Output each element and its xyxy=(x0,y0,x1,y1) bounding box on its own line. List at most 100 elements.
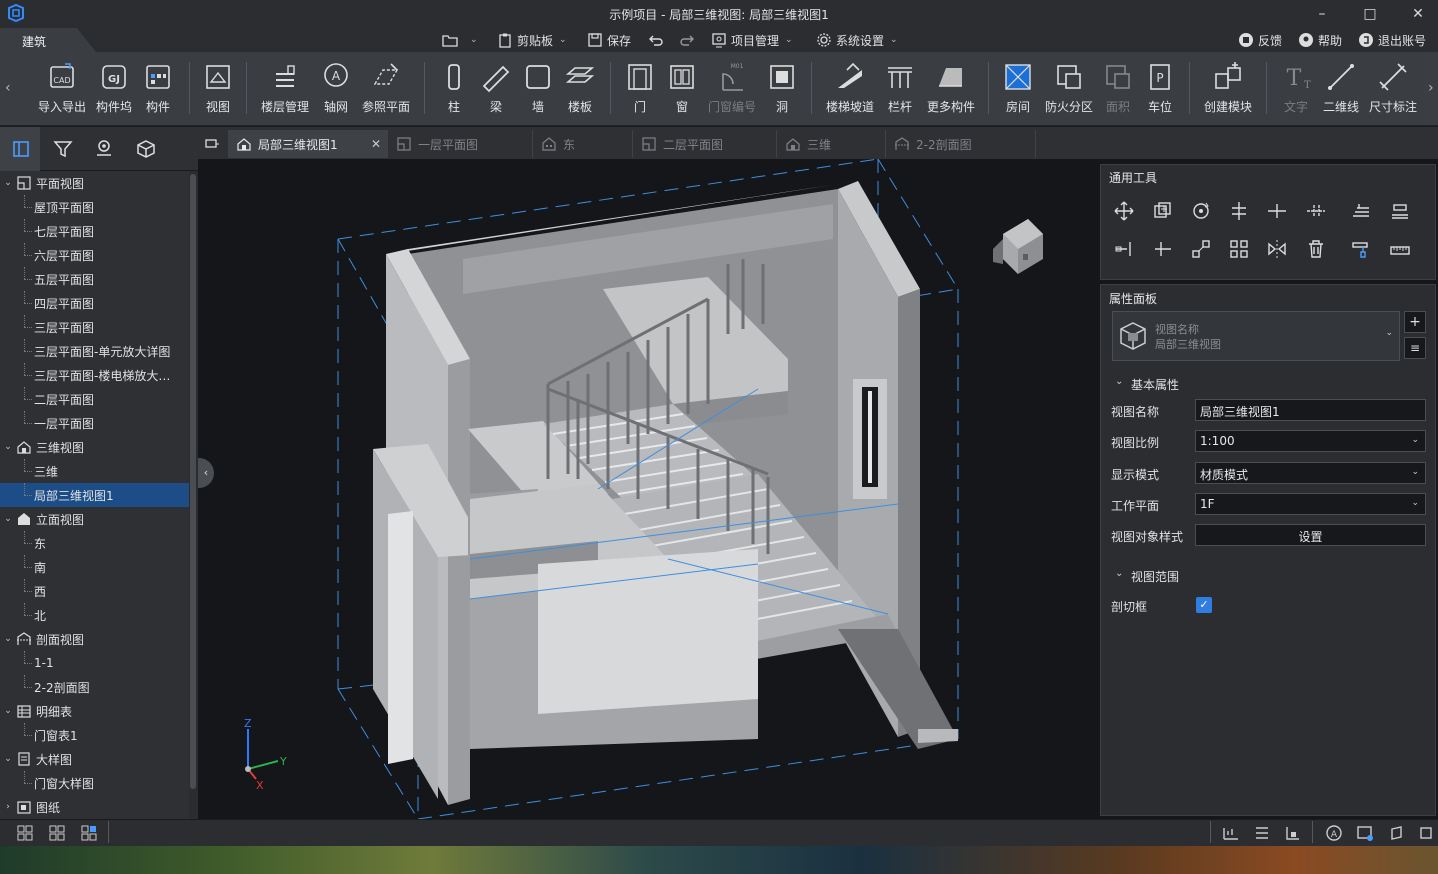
tree-item[interactable]: 四层平面图 xyxy=(0,291,189,315)
chevron-down-icon[interactable]: ⌄ xyxy=(0,754,16,764)
tree-item[interactable]: 北 xyxy=(0,603,189,627)
display-mode-select[interactable]: 材质模式 ⌄ xyxy=(1195,462,1426,484)
room-button[interactable]: 房间 xyxy=(1000,60,1036,120)
slab-button[interactable]: 楼板 xyxy=(561,60,599,120)
tree-item[interactable]: 五层平面图 xyxy=(0,267,189,291)
offset-icon[interactable] xyxy=(1350,200,1372,222)
layout-icon-2[interactable] xyxy=(48,824,66,842)
tree-item[interactable]: 七层平面图 xyxy=(0,219,189,243)
tree-group[interactable]: ⌄ 三维视图 xyxy=(0,435,189,459)
area-button[interactable]: 面积 xyxy=(1100,60,1136,120)
render-icon[interactable] xyxy=(1356,824,1374,842)
chevron-down-icon[interactable]: ⌄ xyxy=(0,442,16,452)
line-2d-button[interactable]: 二维线 xyxy=(1320,60,1362,120)
trim-end-icon[interactable] xyxy=(1113,238,1135,260)
open-menu[interactable]: ⌄ xyxy=(442,31,478,49)
redo-icon[interactable] xyxy=(679,32,695,48)
trim-icon[interactable] xyxy=(1228,200,1250,222)
view-tab[interactable]: 局部三维视图1 ✕ xyxy=(228,130,388,158)
list-menu-icon[interactable]: ≡ xyxy=(1404,337,1426,359)
dimension-button[interactable]: 尺寸标注 xyxy=(1366,60,1420,120)
tree-group[interactable]: ⌄ 大样图 xyxy=(0,747,189,771)
import-export-button[interactable]: CAD 导入导出 xyxy=(36,60,88,120)
ribbon-scroll-right[interactable]: › xyxy=(1428,80,1434,96)
view-tab[interactable]: 一层平面图 xyxy=(388,130,533,158)
logout-button[interactable]: 退出账号 xyxy=(1358,31,1426,49)
extend-icon[interactable] xyxy=(1266,200,1288,222)
tab-list-icon[interactable] xyxy=(204,136,220,152)
array-icon[interactable] xyxy=(1190,238,1212,260)
view-tab[interactable]: 2-2剖面图 xyxy=(886,130,1036,158)
tree-item[interactable]: 西 xyxy=(0,579,189,603)
tree-item[interactable]: 门窗表1 xyxy=(0,723,189,747)
view-name-input[interactable]: 局部三维视图1 xyxy=(1195,399,1426,421)
chevron-down-icon[interactable]: ⌄ xyxy=(0,178,16,188)
tree-item[interactable]: 三层平面图-单元放大详图 xyxy=(0,339,189,363)
more-components-button[interactable]: 更多构件 xyxy=(924,60,978,120)
column-button[interactable]: 柱 xyxy=(436,60,472,120)
ruler-icon[interactable] xyxy=(1389,238,1411,260)
tree-item[interactable]: 2-2剖面图 xyxy=(0,675,189,699)
door-button[interactable]: 门 xyxy=(622,60,658,120)
close-button[interactable]: ✕ xyxy=(1406,4,1430,24)
component-dock-button[interactable]: GJ 构件坞 xyxy=(93,60,135,120)
tree-group[interactable]: ⌄ 剖面视图 xyxy=(0,627,189,651)
object-style-settings-button[interactable]: 设置 xyxy=(1195,524,1426,546)
add-icon[interactable]: + xyxy=(1404,311,1426,333)
save-button[interactable]: 保存 xyxy=(587,31,631,49)
tree-item[interactable]: 东 xyxy=(0,531,189,555)
text-button[interactable]: TT 文字 xyxy=(1278,60,1314,120)
tree-group[interactable]: ⌄ 立面视图 xyxy=(0,507,189,531)
box-icon[interactable] xyxy=(1388,824,1406,842)
tree-item[interactable]: 六层平面图 xyxy=(0,243,189,267)
ribbon-scroll-left[interactable]: ‹ xyxy=(5,80,11,96)
create-module-button[interactable]: 创建模块 xyxy=(1200,60,1256,120)
stair-ramp-button[interactable]: 楼梯坡道 xyxy=(822,60,878,120)
chevron-down-icon[interactable]: ⌄ xyxy=(0,514,16,524)
list-icon[interactable] xyxy=(1253,824,1271,842)
chevron-right-icon[interactable]: › xyxy=(0,802,16,812)
measure-icon[interactable] xyxy=(1222,824,1240,842)
workplane-select[interactable]: 1F ⌄ xyxy=(1195,493,1426,515)
tree-item[interactable]: 二层平面图 xyxy=(0,387,189,411)
tree-group[interactable]: › 图纸 xyxy=(0,795,189,819)
undo-icon[interactable] xyxy=(648,32,664,48)
tree-item[interactable]: 三层平面图-楼电梯放大… xyxy=(0,363,189,387)
tree-scrollbar-thumb[interactable] xyxy=(190,174,196,789)
layout-icon-1[interactable] xyxy=(16,824,34,842)
cutbox-checkbox[interactable]: ✓ xyxy=(1196,597,1212,613)
location-icon[interactable] xyxy=(93,138,115,160)
copy-icon[interactable] xyxy=(1152,200,1174,222)
tree-item[interactable]: 三层平面图 xyxy=(0,315,189,339)
axis-grid-button[interactable]: A 轴网 xyxy=(317,60,355,120)
split-icon[interactable] xyxy=(1305,200,1327,222)
tree-item[interactable]: 屋顶平面图 xyxy=(0,195,189,219)
view-tab[interactable]: 二层平面图 xyxy=(633,130,777,158)
feedback-button[interactable]: 反馈 xyxy=(1238,31,1282,49)
mirror-icon[interactable] xyxy=(1266,238,1288,260)
project-manage-menu[interactable]: 项目管理 ⌄ xyxy=(711,31,793,49)
component-button[interactable]: 构件 xyxy=(139,60,177,120)
railing-button[interactable]: 栏杆 xyxy=(882,60,918,120)
help-button[interactable]: 帮助 xyxy=(1298,31,1342,49)
group-icon[interactable] xyxy=(1228,238,1250,260)
tree-group[interactable]: ⌄ 明细表 xyxy=(0,699,189,723)
chevron-down-icon[interactable]: ⌄ xyxy=(0,706,16,716)
tree-item[interactable]: 三维 xyxy=(0,459,189,483)
fire-zone-button[interactable]: 防火分区 xyxy=(1042,60,1096,120)
maximize-button[interactable]: □ xyxy=(1358,4,1382,24)
ref-plane-button[interactable]: 参照平面 xyxy=(359,60,413,120)
delete-icon[interactable] xyxy=(1305,238,1327,260)
window-button[interactable]: 窗 xyxy=(664,60,700,120)
view-cube[interactable] xyxy=(993,219,1043,274)
chevron-down-icon[interactable]: ⌄ xyxy=(1115,568,1123,579)
rotate-icon[interactable] xyxy=(1190,200,1212,222)
wall-button[interactable]: 墙 xyxy=(520,60,556,120)
clipboard-menu[interactable]: 剪贴板 ⌄ xyxy=(497,31,567,49)
tree-item[interactable]: 南 xyxy=(0,555,189,579)
layout-icon-3[interactable] xyxy=(80,824,98,842)
view-button[interactable]: 视图 xyxy=(199,60,237,120)
filter-icon[interactable] xyxy=(52,138,74,160)
view-type-selector[interactable]: 视图名称 局部三维视图 ⌄ xyxy=(1112,311,1400,361)
align-icon[interactable] xyxy=(1389,200,1411,222)
